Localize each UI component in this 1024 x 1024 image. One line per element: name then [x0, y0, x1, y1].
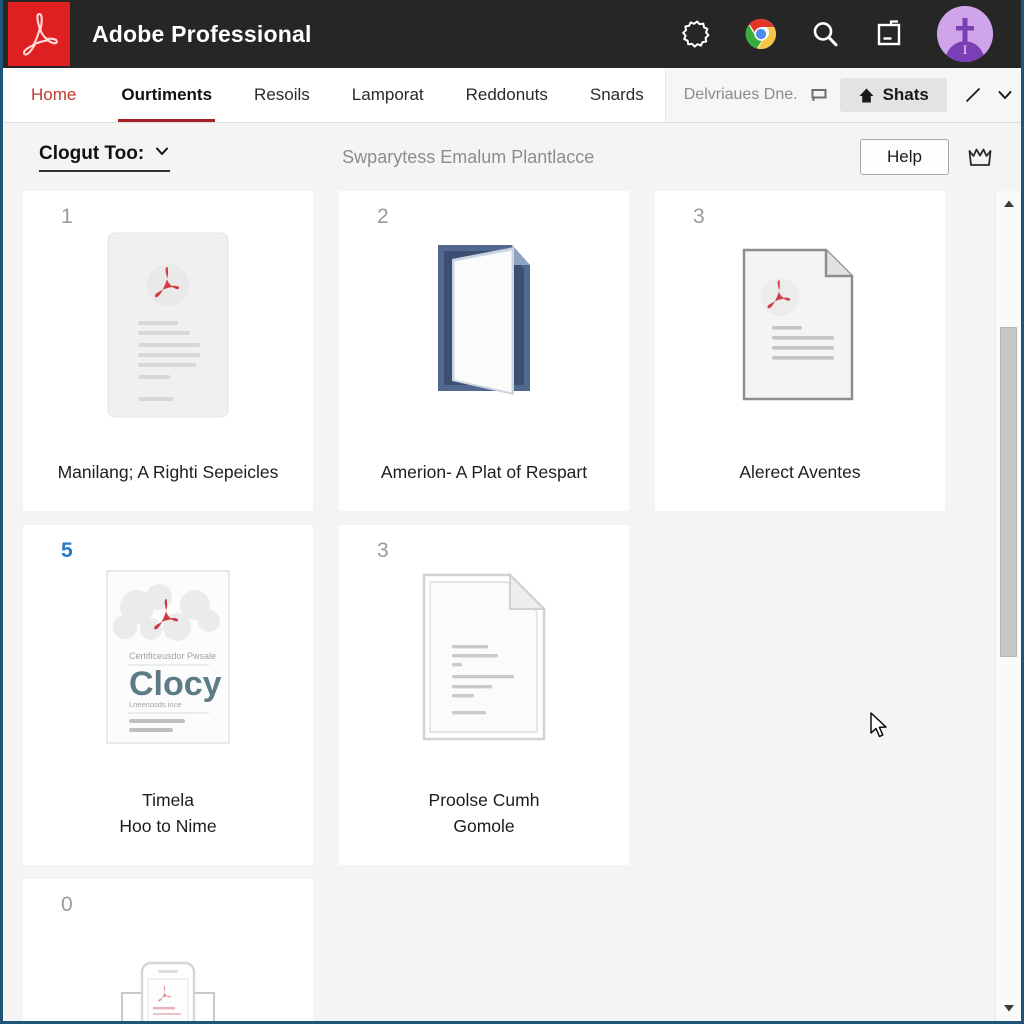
- scroll-up-arrow-icon[interactable]: [996, 191, 1022, 217]
- content-area: 1 Manilang; A Righti Sepeicles 2 Amerion…: [3, 191, 1021, 1021]
- card-index: 5: [61, 539, 73, 562]
- adobe-acrobat-logo[interactable]: [8, 2, 70, 66]
- search-icon[interactable]: [809, 18, 841, 50]
- document-card[interactable]: 3 Alerect Aventes: [655, 191, 945, 511]
- app-title: Adobe Professional: [92, 20, 312, 47]
- card-index: 1: [61, 205, 73, 228]
- filter-dropdown-label: Clogut Too:: [39, 142, 145, 164]
- help-button[interactable]: Help: [860, 139, 949, 175]
- pdf-document-page-icon: [23, 191, 313, 460]
- user-avatar[interactable]: I: [937, 6, 993, 62]
- scrollbar-thumb[interactable]: [1000, 327, 1017, 657]
- certificate-eyebrow: Certificeusdor Pwsale: [129, 651, 216, 661]
- toolbar-right-group: Help: [860, 139, 1001, 175]
- document-card[interactable]: 3 Proolse Cumh Gomole: [339, 525, 629, 865]
- flag-icon[interactable]: [808, 86, 840, 104]
- tab-bar-right-group: Delvriaues Dne. Shats: [664, 68, 1021, 122]
- card-title: Alerect Aventes: [739, 461, 861, 482]
- card-title: Proolse Cumh Gomole: [428, 790, 540, 836]
- card-index: 0: [61, 893, 73, 916]
- document-grid-scroll[interactable]: 1 Manilang; A Righti Sepeicles 2 Amerion…: [3, 191, 995, 1021]
- pdf-page-folded-icon: [655, 191, 945, 460]
- titlebar-actions: I: [681, 6, 1021, 62]
- open-folder-blue-icon: [339, 191, 629, 460]
- pen-icon[interactable]: [947, 85, 989, 105]
- tab-home[interactable]: Home: [3, 68, 100, 122]
- document-card[interactable]: 0: [23, 879, 313, 1021]
- tab-overflow-label[interactable]: Delvriaues Dne.: [684, 86, 808, 104]
- application-window: Adobe Professional I Home Ourtiments Res…: [0, 0, 1024, 1024]
- card-index: 3: [693, 205, 705, 228]
- card-title: Timela Hoo to Nime: [119, 790, 217, 836]
- tab-lamporat[interactable]: Lamporat: [331, 68, 445, 122]
- certificate-headline: Clocy: [129, 665, 222, 703]
- card-index: 2: [377, 205, 389, 228]
- certificate-clocy-icon: Certificeusdor Pwsale Clocy Lneenosds in…: [23, 525, 313, 788]
- chevron-down-icon: [154, 143, 170, 165]
- svg-text:I: I: [963, 42, 967, 57]
- crown-icon[interactable]: [965, 142, 1001, 172]
- chrome-browser-icon[interactable]: [745, 18, 777, 50]
- shats-chip-button[interactable]: Shats: [839, 78, 947, 112]
- chevron-down-icon[interactable]: [989, 85, 1021, 105]
- tab-reddonuts[interactable]: Reddonuts: [445, 68, 569, 122]
- clipboard-notes-icon[interactable]: [873, 18, 905, 50]
- card-title: Manilang; A Righti Sepeicles: [57, 461, 279, 482]
- card-title: Amerion- A Plat of Respart: [380, 461, 588, 482]
- scroll-down-arrow-icon[interactable]: [996, 995, 1022, 1021]
- content-toolbar: Clogut Too: Swparytess Emalum Plantlacce…: [3, 123, 1021, 191]
- filter-dropdown[interactable]: Clogut Too:: [39, 142, 171, 172]
- blank-page-curled-icon: [339, 525, 629, 788]
- title-bar: Adobe Professional I: [3, 0, 1021, 68]
- shats-chip-label: Shats: [882, 85, 929, 104]
- card-index: 3: [377, 539, 389, 562]
- vertical-scrollbar[interactable]: [995, 191, 1021, 1021]
- document-card[interactable]: 2 Amerion- A Plat of Respart: [339, 191, 629, 511]
- tab-ourtiments[interactable]: Ourtiments: [100, 68, 233, 122]
- document-card[interactable]: 1 Manilang; A Righti Sepeicles: [23, 191, 313, 511]
- document-card[interactable]: 5 Certificeusdor Pwsale Clocy Lneenosds …: [23, 525, 313, 865]
- settings-gear-icon[interactable]: [681, 18, 713, 50]
- scrollbar-track[interactable]: [996, 217, 1021, 995]
- document-grid: 1 Manilang; A Righti Sepeicles 2 Amerion…: [23, 191, 995, 1021]
- tab-bar: Home Ourtiments Resoils Lamporat Reddonu…: [3, 68, 1021, 123]
- toolbar-subtitle: Swparytess Emalum Plantlacce: [342, 146, 595, 167]
- home-shats-icon: [859, 88, 874, 102]
- certificate-subline: Lneenosds ince: [129, 700, 182, 709]
- tab-snards[interactable]: Snards: [569, 68, 665, 122]
- tab-resoils[interactable]: Resoils: [233, 68, 331, 122]
